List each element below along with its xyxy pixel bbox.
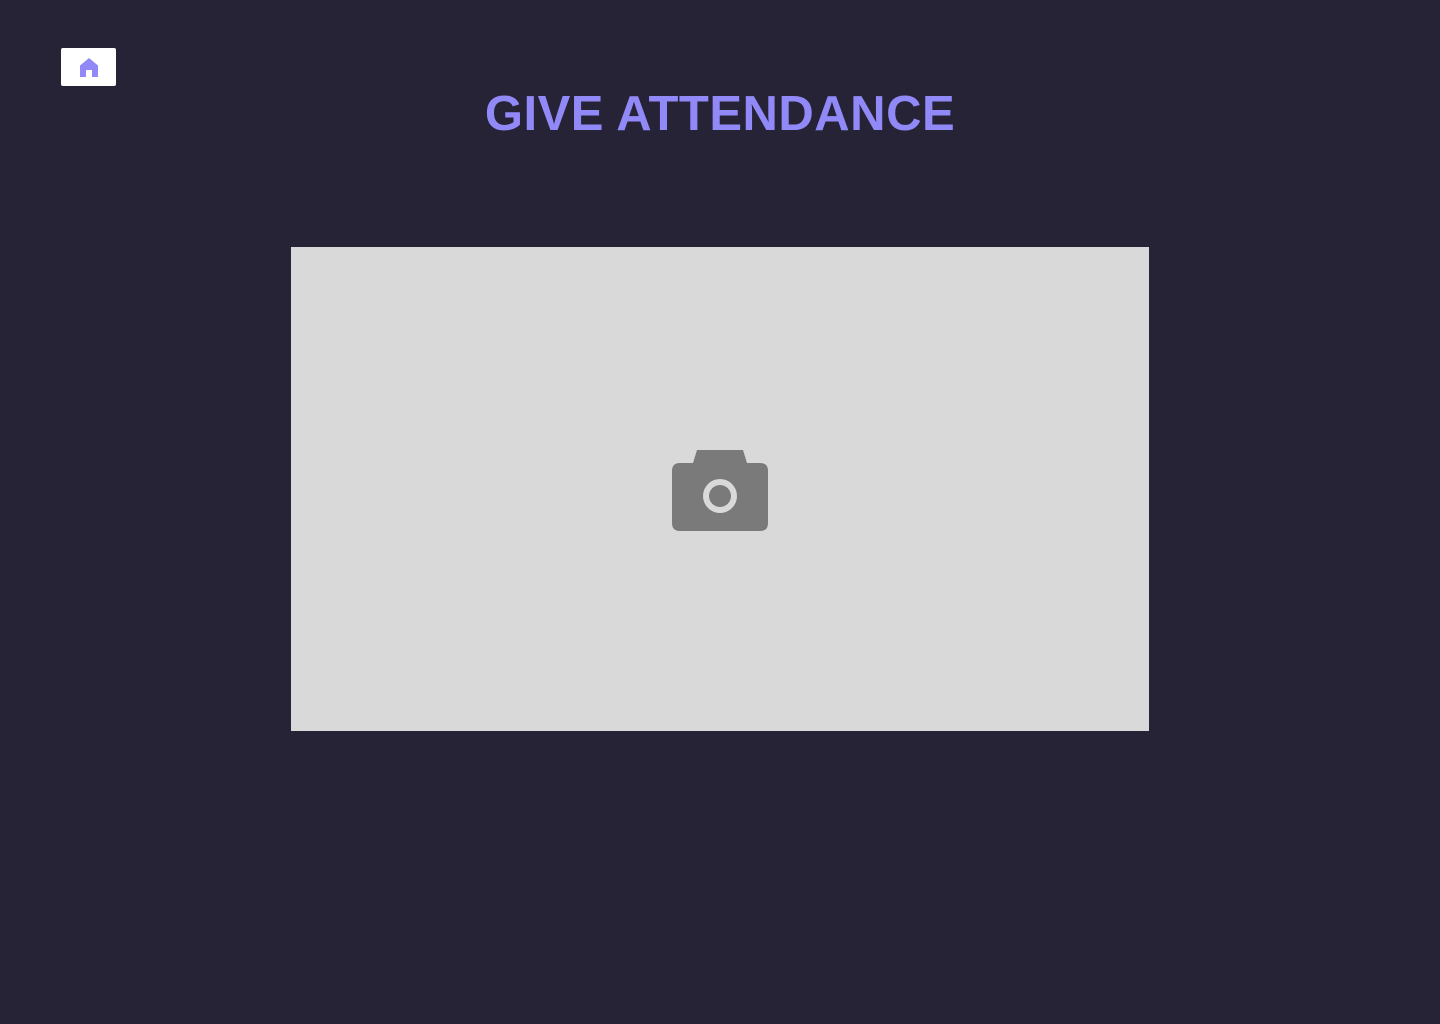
home-icon	[78, 56, 100, 78]
camera-icon	[671, 445, 769, 533]
page-title: GIVE ATTENDANCE	[484, 87, 956, 141]
camera-view[interactable]	[291, 247, 1149, 731]
home-button[interactable]	[61, 48, 116, 86]
